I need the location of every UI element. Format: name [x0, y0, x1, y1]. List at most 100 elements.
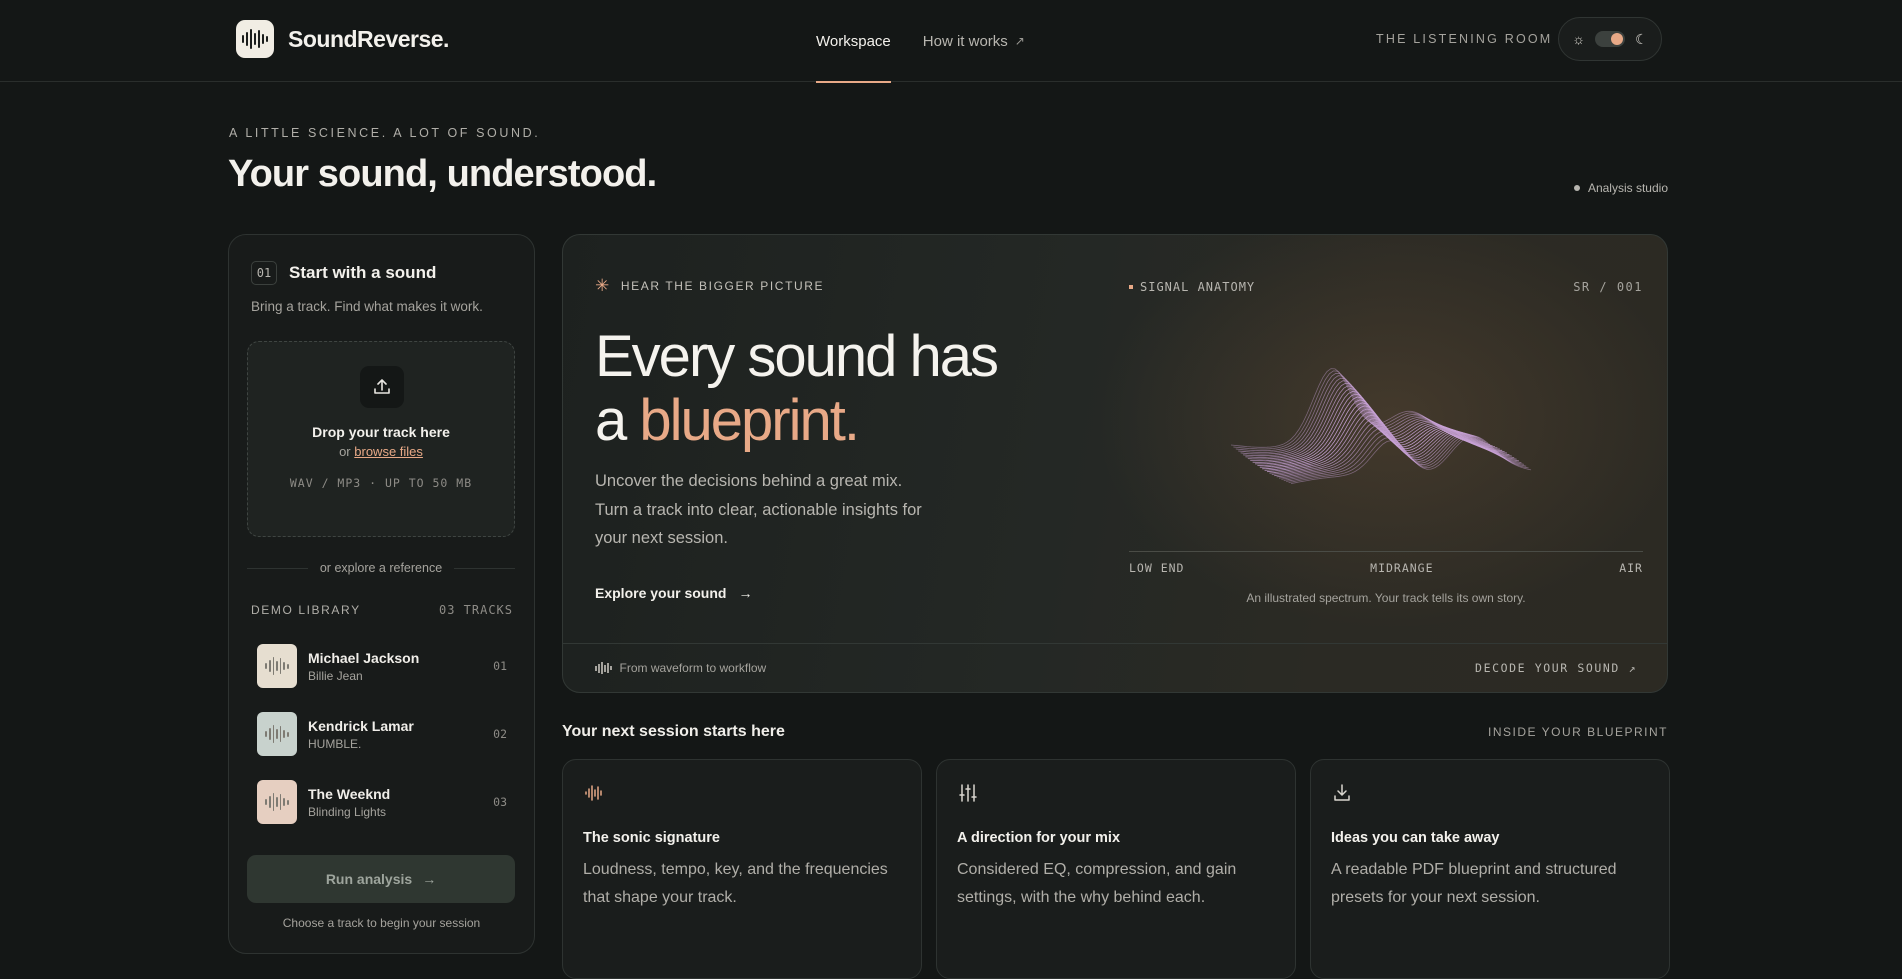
axis-midrange: MIDRANGE	[1370, 561, 1434, 575]
feature-title: Ideas you can take away	[1331, 830, 1500, 846]
upload-icon[interactable]	[360, 366, 404, 408]
signal-anatomy-label: SIGNAL ANATOMY	[1129, 280, 1255, 294]
waveform-logo-icon	[236, 20, 274, 58]
browse-files-link[interactable]: browse files	[354, 444, 423, 459]
main-nav: Workspace How it works ↗	[816, 0, 1025, 83]
spectrum-wave-illustration	[1230, 368, 1532, 484]
section-tag: INSIDE YOUR BLUEPRINT	[1488, 725, 1668, 739]
track-number: 02	[493, 727, 507, 741]
hero-card-body: Uncover the decisions behind a great mix…	[595, 472, 922, 547]
axis-air: AIR	[1619, 561, 1643, 575]
hero-card-footer: From waveform to workflow DECODE YOUR SO…	[563, 643, 1667, 692]
spark-icon: ✳	[595, 276, 611, 295]
track-number: 03	[493, 795, 507, 809]
divider-line	[247, 567, 308, 569]
track-song: Blinding Lights	[308, 804, 387, 819]
track-item[interactable]: Michael Jackson Billie Jean 01	[257, 643, 509, 689]
waveform-thumbnail-icon	[257, 644, 297, 688]
theme-toggle[interactable]: ☼ ☾	[1558, 17, 1662, 61]
waveform-icon	[595, 662, 612, 674]
divider-label: or explore a reference	[319, 561, 443, 575]
headline-line-1: Every sound has	[595, 324, 999, 389]
nav-how-it-works[interactable]: How it works ↗	[923, 0, 1025, 82]
run-analysis-button[interactable]: Run analysis →	[247, 855, 515, 903]
track-item[interactable]: Kendrick Lamar HUMBLE. 02	[257, 711, 509, 757]
status-dot-icon	[1573, 185, 1580, 191]
arrow-right-icon: →	[738, 585, 753, 601]
explore-sound-label: Explore your sound	[595, 585, 727, 601]
nav-workspace-label: Workspace	[816, 32, 891, 50]
feature-card-mix-direction: A direction for your mix Considered EQ, …	[936, 759, 1296, 979]
square-bullet-icon	[1129, 285, 1133, 289]
decode-sound-link[interactable]: DECODE YOUR SOUND ↗	[1475, 661, 1637, 675]
section-title: Your next session starts here	[562, 723, 785, 740]
track-artist: The Weeknd	[308, 785, 391, 802]
step-number: 01	[251, 261, 277, 285]
track-number: 01	[493, 659, 507, 673]
track-meta: The Weeknd Blinding Lights	[308, 786, 493, 819]
sliders-icon	[959, 784, 977, 802]
status-badge: Analysis studio	[1573, 181, 1668, 195]
run-hint: Choose a track to begin your session	[282, 916, 481, 930]
hero-card-eyebrow: ✳ HEAR THE BIGGER PICTURE	[595, 277, 824, 294]
hero-card-headline: Every sound has a blueprint.	[595, 324, 999, 453]
footer-workflow: From waveform to workflow	[595, 661, 766, 675]
nav-how-it-works-label: How it works	[922, 32, 1008, 50]
run-analysis-label: Run analysis	[325, 871, 413, 887]
feature-card-signature: The sonic signature Loudness, tempo, key…	[562, 759, 922, 979]
upload-panel: 01 Start with a sound Bring a track. Fin…	[228, 234, 535, 954]
track-song: Billie Jean	[308, 668, 363, 683]
track-artist: Kendrick Lamar	[308, 717, 414, 734]
feature-title: The sonic signature	[583, 830, 720, 846]
feature-card-takeaways: Ideas you can take away A readable PDF b…	[1310, 759, 1670, 979]
hero-eyebrow: A LITTLE SCIENCE. A LOT OF SOUND.	[229, 126, 541, 140]
reference-divider: or explore a reference	[247, 561, 516, 575]
step-header: 01 Start with a sound	[251, 261, 436, 285]
demo-library-header: DEMO LIBRARY 03 TRACKS	[251, 603, 513, 617]
waveform-thumbnail-icon	[257, 712, 297, 756]
headline-line-2-prefix: a	[595, 388, 640, 453]
brand-name: SoundReverse.	[288, 25, 449, 52]
download-icon	[1334, 784, 1350, 801]
step-title: Start with a sound	[289, 263, 437, 282]
status-badge-label: Analysis studio	[1587, 181, 1668, 195]
theme-switch[interactable]	[1595, 31, 1626, 47]
feature-body: Considered EQ, compression, and gain set…	[957, 861, 1237, 906]
divider-line	[454, 567, 516, 569]
track-item[interactable]: The Weeknd Blinding Lights 03	[257, 779, 509, 825]
file-dropzone[interactable]: Drop your track here or browse files WAV…	[247, 341, 515, 537]
dropzone-or-line: or browse files	[248, 444, 514, 459]
demo-library-count: 03 TRACKS	[438, 603, 513, 617]
dropzone-title: Drop your track here	[312, 424, 450, 440]
nav-workspace[interactable]: Workspace	[816, 0, 891, 83]
hero-card-eyebrow-label: HEAR THE BIGGER PICTURE	[620, 278, 825, 293]
sun-icon: ☼	[1572, 31, 1586, 47]
feature-title: A direction for your mix	[957, 830, 1121, 846]
track-meta: Kendrick Lamar HUMBLE.	[308, 718, 493, 751]
listening-room-link[interactable]: THE LISTENING ROOM	[1376, 32, 1552, 46]
spectrum-caption: An illustrated spectrum. Your track tell…	[1246, 591, 1526, 605]
track-song: HUMBLE.	[308, 736, 362, 751]
demo-library-title: DEMO LIBRARY	[251, 603, 361, 617]
blueprint-hero-card: ✳ HEAR THE BIGGER PICTURE Every sound ha…	[562, 234, 1668, 693]
external-link-icon: ↗	[1014, 34, 1025, 48]
waveform-icon	[585, 785, 602, 801]
headline-accent: blueprint.	[639, 388, 860, 453]
footer-workflow-label: From waveform to workflow	[619, 661, 767, 675]
signal-id: SR / 001	[1573, 280, 1643, 294]
page-title: Your sound, understood.	[228, 153, 657, 195]
brand-logo[interactable]: SoundReverse.	[236, 20, 449, 58]
moon-icon: ☾	[1635, 31, 1648, 47]
accepted-formats: WAV / MP3 · UP TO 50 MB	[289, 476, 473, 490]
arrow-right-icon: →	[422, 871, 437, 887]
explore-sound-button[interactable]: Explore your sound →	[595, 585, 752, 601]
track-artist: Michael Jackson	[308, 649, 420, 666]
axis-low-end: LOW END	[1129, 561, 1185, 575]
step-subtitle: Bring a track. Find what makes it work.	[251, 299, 483, 314]
track-meta: Michael Jackson Billie Jean	[308, 650, 493, 683]
feature-body: A readable PDF blueprint and structured …	[1331, 861, 1617, 906]
top-bar: SoundReverse. Workspace How it works ↗ T…	[0, 0, 1902, 83]
dropzone-or: or	[339, 444, 351, 459]
spectrum-axis-line	[1129, 551, 1643, 552]
waveform-thumbnail-icon	[257, 780, 297, 824]
